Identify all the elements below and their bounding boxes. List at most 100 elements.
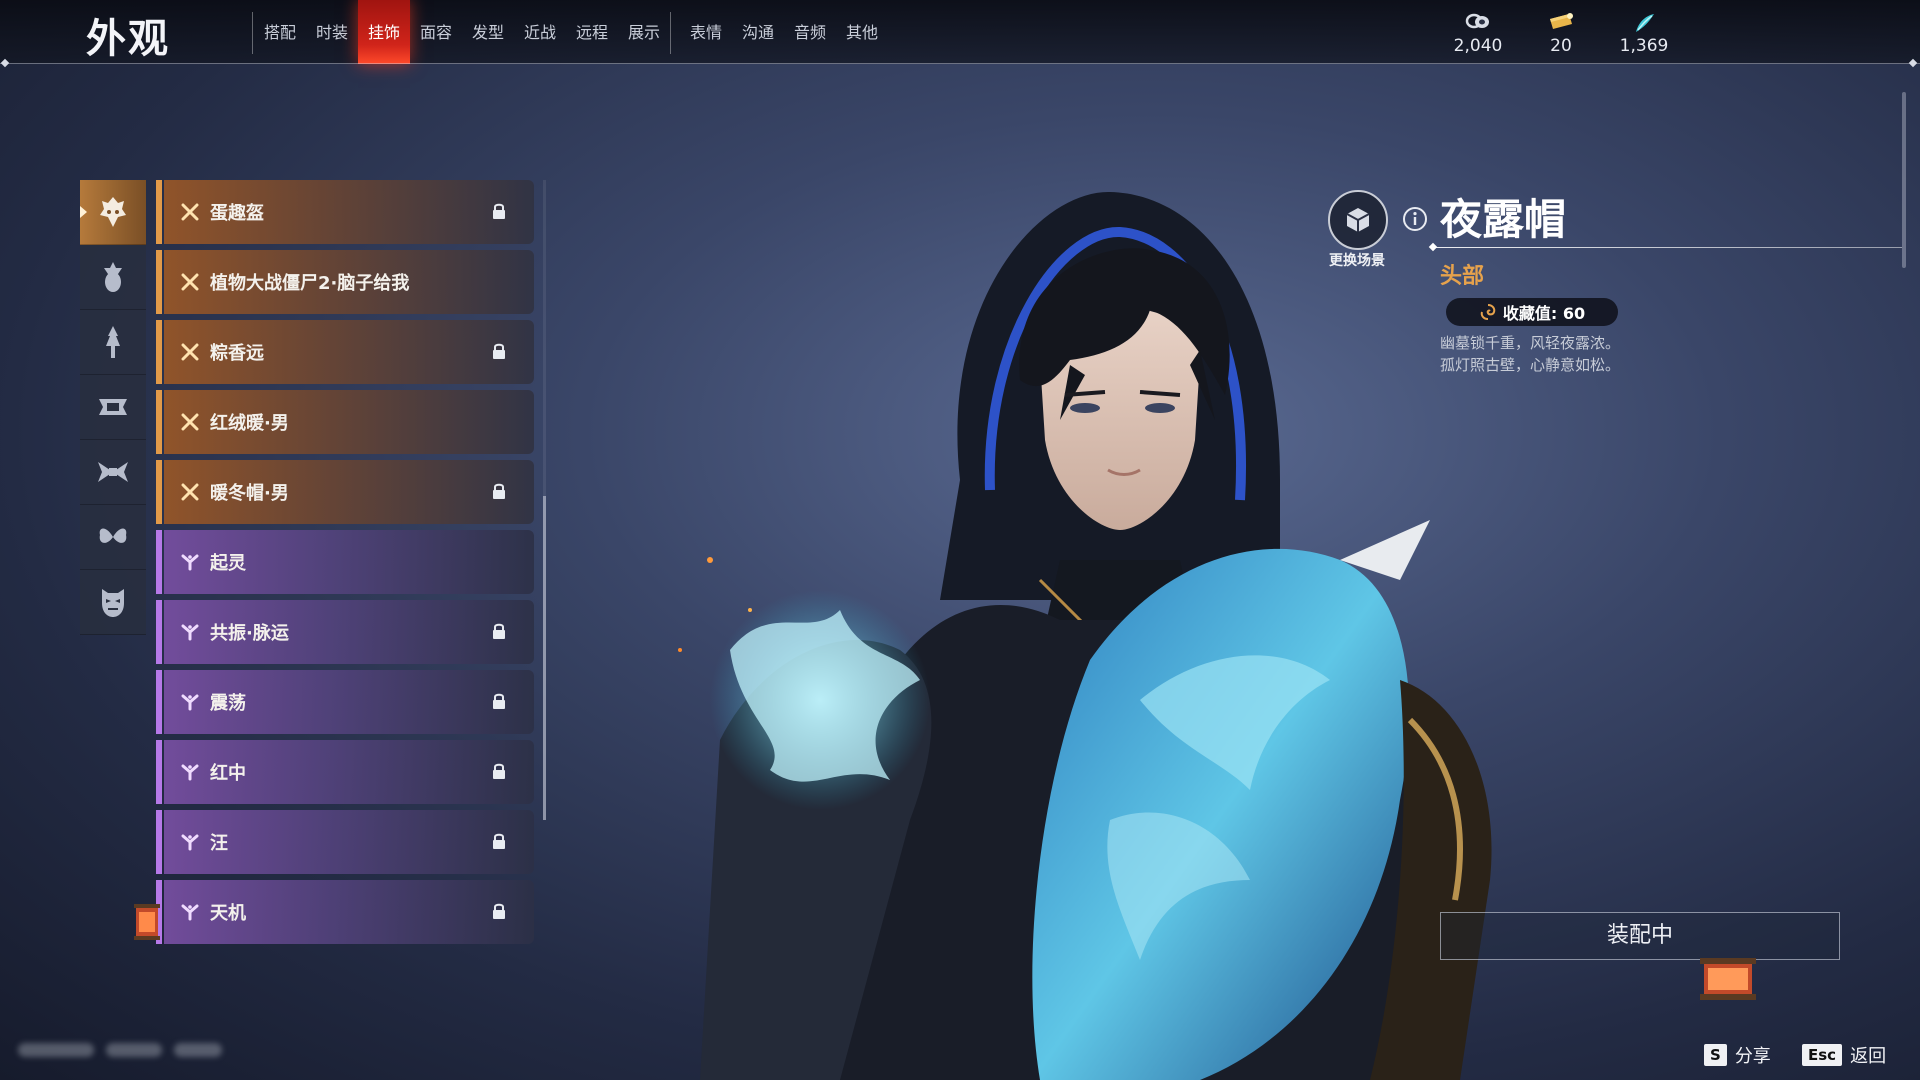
tab-guashi[interactable]: 挂饰 <box>358 0 410 64</box>
rarity-bar <box>156 600 162 664</box>
tab-faxing[interactable]: 发型 <box>462 0 514 64</box>
category-head[interactable] <box>80 180 146 245</box>
orange-rarity-icon <box>180 412 200 432</box>
jade-feather-icon <box>1604 12 1684 34</box>
orange-rarity-icon <box>180 482 200 502</box>
ornament-item-list[interactable]: 蛋趣盔植物大战僵尸2·脑子给我粽香远红绒暖·男暖冬帽·男 起灵共振·脉运震荡红中汪… <box>156 180 534 958</box>
back-key: Esc <box>1802 1044 1843 1066</box>
category-mask[interactable] <box>80 570 146 635</box>
currency-jade: 1,369 <box>1604 12 1684 56</box>
ornament-list-item[interactable]: 震荡 <box>156 670 534 734</box>
category-tabs: 搭配 时装 挂饰 面容 发型 近战 远程 展示 表情 沟通 音频 其他 <box>254 0 888 64</box>
tab-shizhuang[interactable]: 时装 <box>306 0 358 64</box>
head-ornament-icon <box>100 197 126 227</box>
currency-coins: 2,040 <box>1438 12 1518 56</box>
ornament-list-item[interactable]: 红中 <box>156 740 534 804</box>
back-hint[interactable]: Esc 返回 <box>1802 1042 1886 1068</box>
list-scrollbar-thumb[interactable] <box>543 496 546 820</box>
category-waist[interactable] <box>80 375 146 440</box>
item-name: 蛋趣盔 <box>210 203 264 224</box>
info-icon[interactable] <box>1402 206 1428 236</box>
mask-ornament-icon <box>102 589 124 617</box>
item-description: 幽墓锁千重，风轻夜露浓。 孤灯照古壁，心静意如松。 <box>1440 332 1620 376</box>
tab-biaoqing[interactable]: 表情 <box>680 0 732 64</box>
orange-rarity-icon <box>180 272 200 292</box>
lock-icon <box>492 832 506 854</box>
share-hint[interactable]: S 分享 <box>1704 1042 1771 1068</box>
ornament-list-item[interactable]: 共振·脉运 <box>156 600 534 664</box>
tab-jinzhan[interactable]: 近战 <box>514 0 566 64</box>
back-label: 返回 <box>1850 1046 1887 1067</box>
ornament-list-item[interactable]: 蛋趣盔 <box>156 180 534 244</box>
item-name: 震荡 <box>210 693 246 714</box>
purple-rarity-icon <box>180 902 200 922</box>
lock-icon <box>492 762 506 784</box>
lock-icon <box>492 902 506 924</box>
ornament-list-item[interactable]: 起灵 <box>156 530 534 594</box>
character-model[interactable] <box>640 180 1540 1080</box>
item-name: 天机 <box>210 903 246 924</box>
back-ornament-icon <box>106 326 120 358</box>
lantern-prop <box>1700 958 1756 1000</box>
tab-goutong[interactable]: 沟通 <box>732 0 784 64</box>
share-key: S <box>1704 1044 1727 1066</box>
title-underline <box>1432 247 1902 248</box>
page-title: 外观 <box>86 16 170 62</box>
item-name: 汪 <box>210 833 228 854</box>
item-name: 红绒暖·男 <box>210 413 289 434</box>
slot-category-list <box>80 180 146 635</box>
butterfly-ornament-icon <box>99 528 127 543</box>
orange-rarity-icon <box>180 342 200 362</box>
lock-icon <box>492 482 506 504</box>
rarity-bar <box>156 180 162 244</box>
lock-icon <box>492 342 506 364</box>
purple-rarity-icon <box>180 552 200 572</box>
share-label: 分享 <box>1734 1046 1771 1067</box>
lock-icon <box>492 622 506 644</box>
ornament-list-item[interactable]: 植物大战僵尸2·脑子给我 <box>156 250 534 314</box>
currency-value: 1,369 <box>1619 36 1669 56</box>
collection-value-text: 收藏值: 60 <box>1502 304 1586 323</box>
ornament-list-item[interactable]: 红绒暖·男 <box>156 390 534 454</box>
top-bar: 外观 搭配 时装 挂饰 面容 发型 近战 远程 展示 表情 沟通 音频 其他 2… <box>0 0 1920 64</box>
scene-cube-icon <box>1346 208 1370 232</box>
item-name: 共振·脉运 <box>210 623 289 644</box>
header-divider <box>0 63 1920 64</box>
change-scene-button[interactable] <box>1328 190 1388 250</box>
category-back[interactable] <box>80 310 146 375</box>
ornament-list-item[interactable]: 粽香远 <box>156 320 534 384</box>
ornament-list-item[interactable]: 暖冬帽·男 <box>156 460 534 524</box>
tab-dapei[interactable]: 搭配 <box>254 0 306 64</box>
purple-rarity-icon <box>180 622 200 642</box>
tab-mianrong[interactable]: 面容 <box>410 0 462 64</box>
tab-qita[interactable]: 其他 <box>836 0 888 64</box>
rarity-bar <box>156 530 162 594</box>
item-name: 粽香远 <box>210 343 264 364</box>
item-title: 夜露帽 <box>1440 195 1567 244</box>
purple-rarity-icon <box>180 692 200 712</box>
currency-value: 2,040 <box>1453 36 1503 56</box>
category-butterfly[interactable] <box>80 505 146 570</box>
rarity-bar <box>156 460 162 524</box>
waist-ornament-icon <box>99 399 127 415</box>
nav-divider <box>252 12 253 54</box>
tab-zhanshi[interactable]: 展示 <box>618 0 670 64</box>
lantern-prop <box>134 904 160 940</box>
ornament-list-item[interactable]: 天机 <box>156 880 534 944</box>
gold-ticket-icon <box>1521 12 1601 34</box>
item-slot-label: 头部 <box>1440 264 1485 289</box>
ornament-list-item[interactable]: 汪 <box>156 810 534 874</box>
tab-yuancheng[interactable]: 远程 <box>566 0 618 64</box>
collection-swirl-icon <box>1479 303 1497 321</box>
category-face[interactable] <box>80 245 146 310</box>
purple-rarity-icon <box>180 762 200 782</box>
page-scrollbar[interactable] <box>1902 92 1906 268</box>
rarity-bar <box>156 320 162 384</box>
description-line: 幽墓锁千重，风轻夜露浓。 <box>1440 334 1621 352</box>
tab-yinpin[interactable]: 音频 <box>784 0 836 64</box>
currency-tickets: 20 <box>1521 12 1601 56</box>
equipped-status-button[interactable]: 装配中 <box>1440 912 1840 960</box>
coin-stack-icon <box>1438 12 1518 34</box>
wing-ornament-icon <box>98 462 128 482</box>
category-wing[interactable] <box>80 440 146 505</box>
